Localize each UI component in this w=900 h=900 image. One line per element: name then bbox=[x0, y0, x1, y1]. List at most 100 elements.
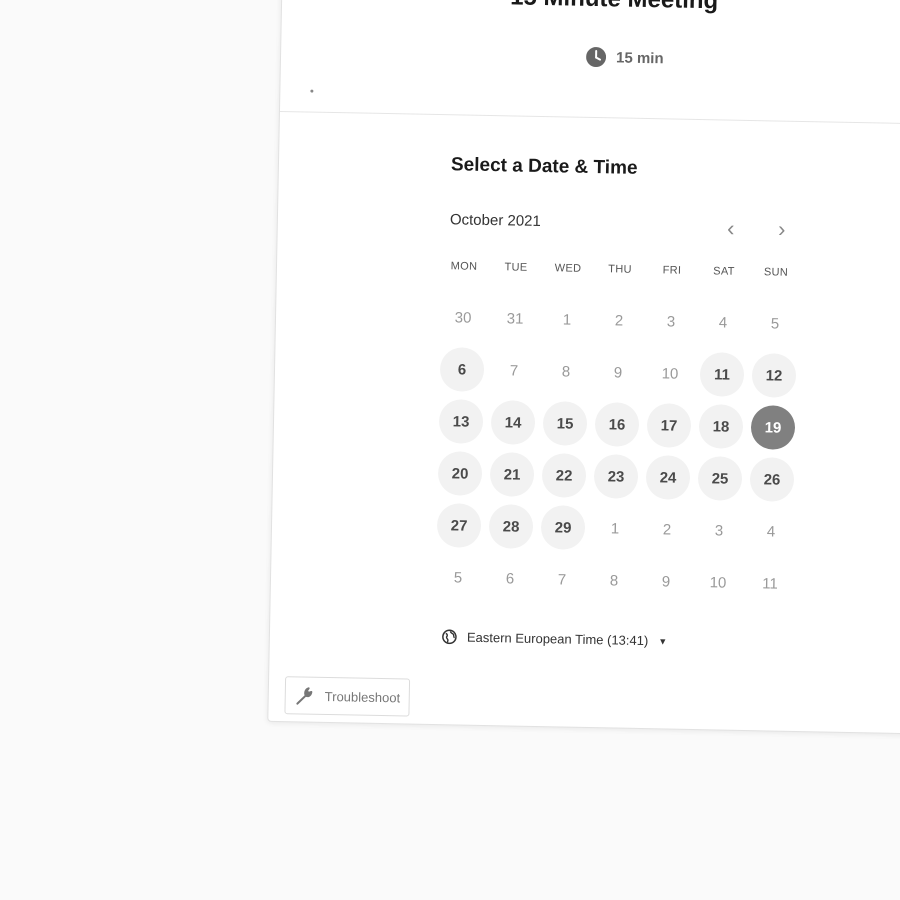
calendar-day-selected[interactable]: 19 bbox=[747, 401, 800, 454]
calendar-day-number: 26 bbox=[749, 457, 795, 502]
calendar-day: 2 bbox=[641, 503, 694, 556]
calendar-day-number: 8 bbox=[561, 362, 571, 381]
header-dot bbox=[310, 89, 314, 93]
calendar-day: 30 bbox=[437, 291, 490, 344]
calendar-day-number: 22 bbox=[541, 453, 587, 498]
calendar-day-number: 12 bbox=[751, 353, 797, 398]
calendar-day: 3 bbox=[693, 504, 746, 557]
calendar-day[interactable]: 18 bbox=[695, 400, 748, 453]
calendar-day: 3 bbox=[645, 295, 698, 348]
event-title: 15 Minute Meeting bbox=[510, 0, 719, 15]
calendar-day-number: 3 bbox=[666, 312, 676, 331]
calendar-day: 4 bbox=[745, 505, 798, 558]
calendar-day-number: 31 bbox=[506, 309, 524, 328]
calendar-week: 27 28 29 1 2 3 4 bbox=[433, 499, 798, 558]
wrench-icon bbox=[295, 684, 317, 706]
calendar-day[interactable]: 26 bbox=[746, 453, 799, 506]
calendar-day: 2 bbox=[593, 294, 646, 347]
calendar-day-number: 7 bbox=[509, 361, 519, 380]
calendar-day-number: 16 bbox=[594, 402, 640, 447]
calendar-day[interactable]: 6 bbox=[436, 343, 489, 396]
calendar-day[interactable]: 17 bbox=[643, 399, 696, 452]
calendar-day-number: 9 bbox=[661, 572, 671, 591]
calendar-day-number: 6 bbox=[505, 569, 515, 588]
calendar-day[interactable]: 28 bbox=[485, 500, 538, 553]
calendar-day: 11 bbox=[744, 557, 797, 610]
calendar-day-number: 1 bbox=[610, 519, 620, 538]
previous-month-button[interactable]: ‹ bbox=[718, 215, 744, 241]
caret-down-icon: ▼ bbox=[658, 635, 668, 647]
duration-label: 15 min bbox=[615, 48, 664, 67]
calendar-grid: 30 31 1 2 3 4 5 6 7 8 9 10 11 12 13 14 15 16 17 18 19 20 21 22 2… bbox=[432, 291, 802, 610]
calendar-day-number: 19 bbox=[750, 405, 796, 450]
troubleshoot-button[interactable]: Troubleshoot bbox=[284, 676, 411, 717]
calendar-day-number: 23 bbox=[593, 454, 639, 499]
event-duration: 15 min bbox=[586, 47, 664, 68]
calendar-day: 4 bbox=[697, 296, 750, 349]
calendar-day-number: 5 bbox=[453, 568, 463, 587]
calendar-day[interactable]: 15 bbox=[539, 397, 592, 450]
calendar-week: 20 21 22 23 24 25 26 bbox=[434, 447, 799, 506]
calendar-day: 5 bbox=[432, 551, 485, 604]
timezone-selector[interactable]: Eastern European Time (13:41) ▼ bbox=[442, 629, 668, 648]
calendar-day: 10 bbox=[644, 347, 697, 400]
calendar-day-number: 17 bbox=[646, 403, 692, 448]
calendar-day: 7 bbox=[536, 553, 589, 606]
calendar-day[interactable]: 12 bbox=[748, 349, 801, 402]
calendar-day-number: 8 bbox=[609, 571, 619, 590]
calendar-day-number: 14 bbox=[490, 400, 536, 445]
weekday-header: MON TUE WED THU FRI SAT SUN bbox=[438, 260, 802, 279]
calendar-day-number: 10 bbox=[661, 364, 679, 383]
calendar-day[interactable]: 22 bbox=[538, 449, 591, 502]
calendar-day: 8 bbox=[588, 554, 641, 607]
calendar-day[interactable]: 21 bbox=[486, 448, 539, 501]
calendar-day: 10 bbox=[692, 556, 745, 609]
calendar-day: 1 bbox=[541, 293, 594, 346]
weekday-mon: MON bbox=[450, 260, 478, 273]
calendar-day-number: 24 bbox=[645, 455, 691, 500]
weekday-fri: FRI bbox=[662, 264, 682, 277]
page-background: 15 Minute Meeting 15 min Select a Date &… bbox=[0, 0, 900, 900]
month-label: October 2021 bbox=[449, 211, 541, 230]
picker-title: Select a Date & Time bbox=[450, 154, 638, 179]
calendar-day-number: 2 bbox=[662, 520, 672, 539]
booking-card: 15 Minute Meeting 15 min Select a Date &… bbox=[267, 0, 900, 736]
calendar-day[interactable]: 14 bbox=[487, 396, 540, 449]
calendar-day[interactable]: 16 bbox=[591, 398, 644, 451]
calendar-week: 13 14 15 16 17 18 19 bbox=[435, 395, 800, 454]
calendar-day-number: 28 bbox=[488, 504, 534, 549]
calendar-day[interactable]: 27 bbox=[433, 499, 486, 552]
chevron-right-icon: › bbox=[777, 216, 786, 242]
calendar-day[interactable]: 29 bbox=[537, 501, 590, 554]
calendar-day[interactable]: 13 bbox=[435, 395, 488, 448]
calendar-day: 1 bbox=[589, 502, 642, 555]
calendar-day[interactable]: 20 bbox=[434, 447, 487, 500]
calendar-day[interactable]: 25 bbox=[694, 452, 747, 505]
chevron-left-icon: ‹ bbox=[726, 215, 735, 241]
calendar-day[interactable]: 11 bbox=[696, 348, 749, 401]
calendar-day-number: 4 bbox=[766, 522, 776, 541]
calendar-day-number: 9 bbox=[613, 363, 623, 382]
calendar-day: 31 bbox=[489, 292, 542, 345]
timezone-label: Eastern European Time (13:41) bbox=[466, 629, 649, 649]
clock-icon bbox=[586, 47, 607, 68]
calendar-day-number: 3 bbox=[714, 521, 724, 540]
calendar-day-number: 11 bbox=[699, 352, 745, 397]
calendar-day: 7 bbox=[488, 344, 541, 397]
calendar-day[interactable]: 23 bbox=[590, 450, 643, 503]
calendar-day: 6 bbox=[484, 552, 537, 605]
calendar-day[interactable]: 24 bbox=[642, 451, 695, 504]
weekday-tue: TUE bbox=[504, 261, 528, 274]
calendar-day-number: 25 bbox=[697, 456, 743, 501]
calendar-day: 8 bbox=[540, 345, 593, 398]
calendar-day-number: 15 bbox=[542, 401, 588, 446]
calendar-day-number: 20 bbox=[437, 451, 483, 496]
calendar-day-number: 21 bbox=[489, 452, 535, 497]
calendar-day-number: 4 bbox=[718, 313, 728, 332]
calendar-day-number: 27 bbox=[436, 503, 482, 548]
calendar-week: 6 7 8 9 10 11 12 bbox=[436, 343, 801, 402]
calendar-day-number: 2 bbox=[614, 311, 624, 330]
next-month-button[interactable]: › bbox=[769, 216, 795, 242]
calendar-day: 9 bbox=[592, 346, 645, 399]
calendar-day-number: 6 bbox=[439, 347, 485, 392]
